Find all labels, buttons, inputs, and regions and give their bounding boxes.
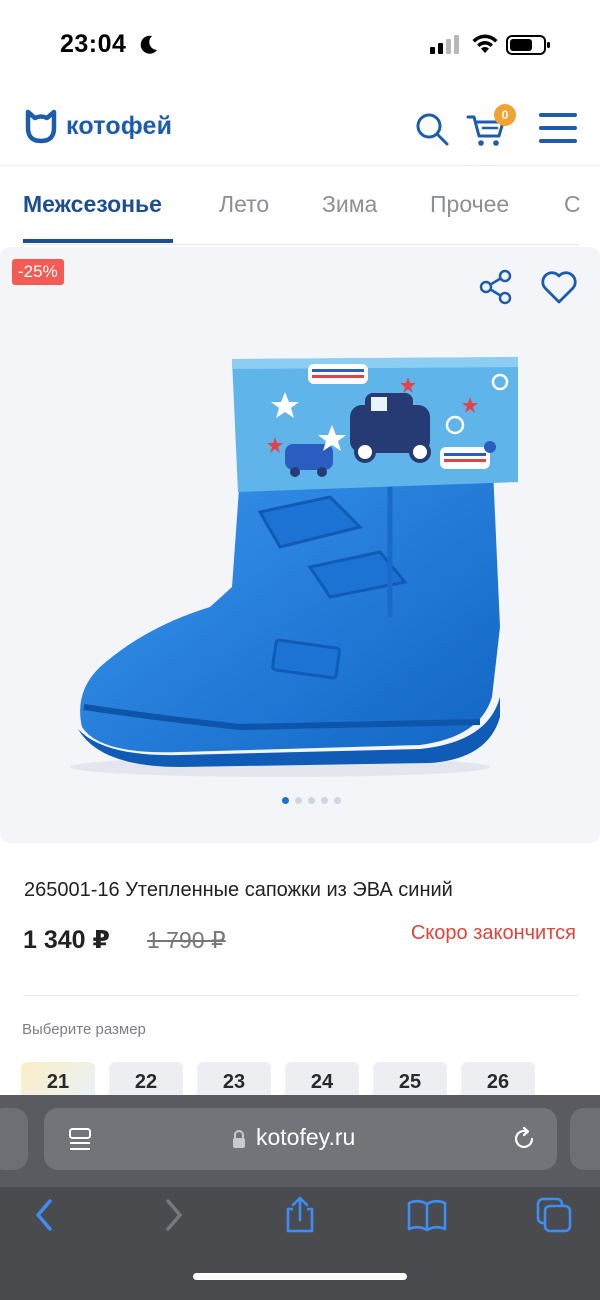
- forward-icon[interactable]: [152, 1195, 196, 1235]
- tab-next-partial[interactable]: С: [564, 191, 581, 218]
- moon-icon: [140, 35, 157, 54]
- stock-status: Скоро закончится: [410, 922, 576, 944]
- logo-text: котофей: [66, 111, 173, 140]
- gallery-dot[interactable]: [295, 797, 302, 804]
- product-gallery[interactable]: -25%: [0, 247, 600, 843]
- discount-badge: -25%: [12, 259, 64, 285]
- old-price: 1 790 ₽: [147, 927, 226, 953]
- category-tabs: Межсезонье Лето Зима Прочее С: [0, 167, 600, 247]
- home-indicator[interactable]: [193, 1273, 407, 1280]
- back-icon[interactable]: [22, 1195, 66, 1235]
- next-tab-preview[interactable]: [570, 1108, 600, 1170]
- tabs-divider: [23, 244, 579, 245]
- gallery-dot[interactable]: [308, 797, 315, 804]
- size-label: Выберите размер: [22, 1021, 146, 1038]
- previous-tab-preview[interactable]: [0, 1108, 28, 1170]
- address-bar[interactable]: kotofey.ru: [44, 1108, 557, 1170]
- gallery-dot[interactable]: [334, 797, 341, 804]
- tab-mezhsezonye[interactable]: Межсезонье: [23, 191, 162, 218]
- menu-icon[interactable]: [538, 110, 578, 146]
- bookmarks-icon[interactable]: [405, 1195, 449, 1235]
- gallery-pagination[interactable]: [282, 797, 341, 804]
- share-sheet-icon[interactable]: [278, 1195, 322, 1235]
- browser-toolbar: [0, 1187, 600, 1300]
- gallery-dot[interactable]: [321, 797, 328, 804]
- status-time: 23:04: [60, 30, 127, 58]
- search-icon[interactable]: [414, 111, 450, 147]
- cart-count-badge: 0: [494, 104, 516, 126]
- reader-mode-icon[interactable]: [68, 1127, 94, 1153]
- url-text: kotofey.ru: [256, 1124, 356, 1150]
- battery-icon: [506, 35, 550, 55]
- tab-prochee[interactable]: Прочее: [430, 191, 509, 218]
- signal-icon: [430, 35, 459, 54]
- heart-icon[interactable]: [539, 267, 579, 307]
- tabs-icon[interactable]: [532, 1195, 576, 1235]
- active-tab-underline: [23, 239, 173, 243]
- current-price: 1 340 ₽: [23, 926, 110, 954]
- product-title: 265001-16 Утепленные сапожки из ЭВА сини…: [24, 879, 453, 901]
- divider: [23, 995, 578, 996]
- reload-icon[interactable]: [511, 1126, 537, 1152]
- tab-leto[interactable]: Лето: [219, 191, 269, 218]
- product-image-boot: [70, 357, 518, 777]
- logo[interactable]: котофей: [24, 108, 172, 144]
- browser-chrome: kotofey.ru: [0, 1095, 600, 1300]
- gallery-dot[interactable]: [282, 797, 289, 804]
- logo-icon: [25, 109, 57, 144]
- site-header: котофей: [0, 90, 600, 166]
- tab-zima[interactable]: Зима: [322, 191, 377, 218]
- address-bar-area: kotofey.ru: [0, 1095, 600, 1187]
- lock-icon: [233, 1130, 245, 1148]
- status-bar: 23:04: [0, 0, 600, 90]
- wifi-icon: [472, 34, 498, 53]
